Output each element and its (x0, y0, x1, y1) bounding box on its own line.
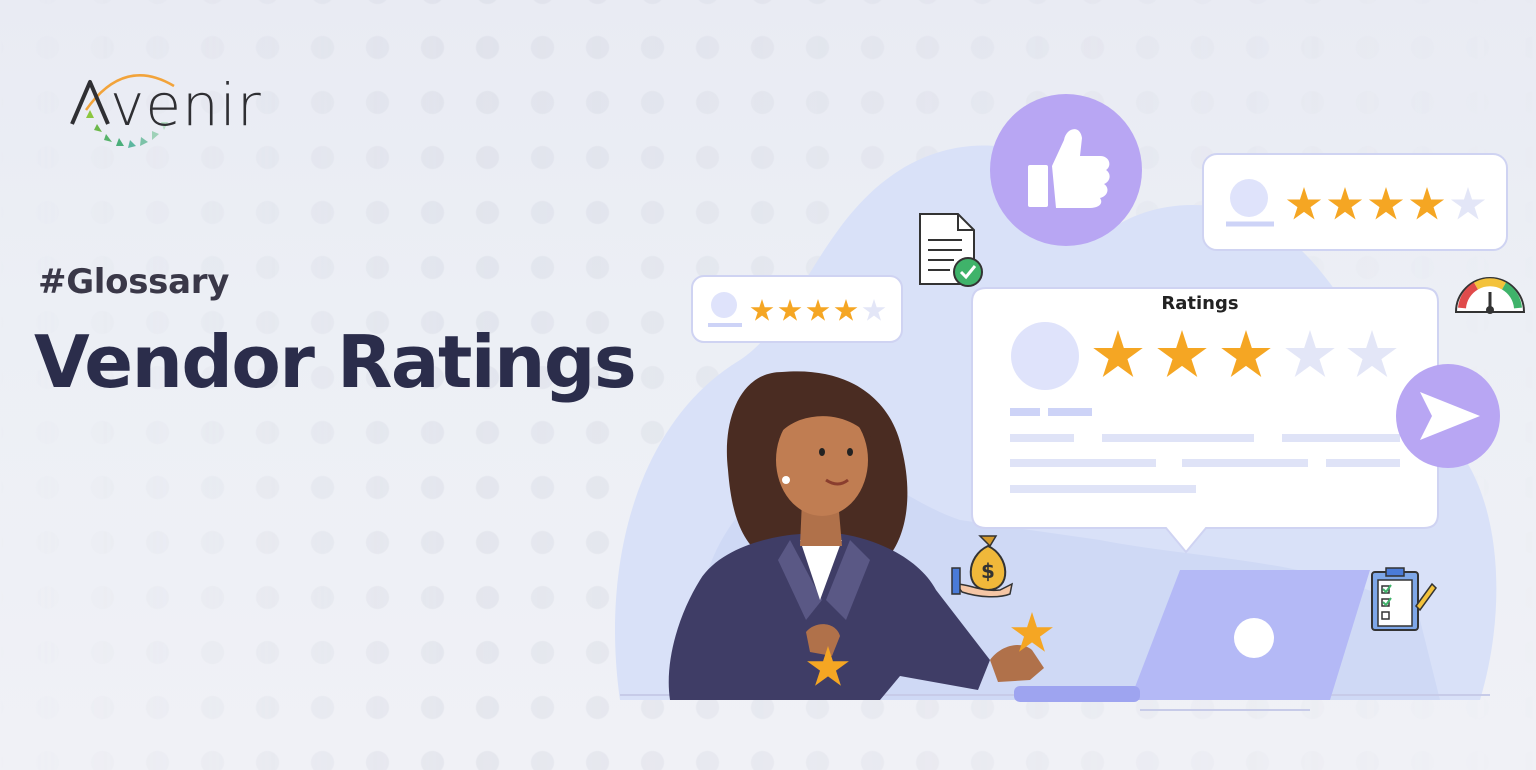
send-icon (1396, 364, 1500, 468)
small-rating-card-right (1202, 153, 1508, 251)
gauge-icon (1454, 277, 1526, 314)
thumbs-up-icon (990, 94, 1142, 246)
small-rating-card-left (691, 275, 903, 343)
svg-text:$: $ (981, 559, 995, 583)
main-rating-card (971, 287, 1439, 554)
vendor-ratings-illustration: $ (615, 94, 1526, 711)
ratings-card-title: Ratings (1161, 293, 1239, 314)
